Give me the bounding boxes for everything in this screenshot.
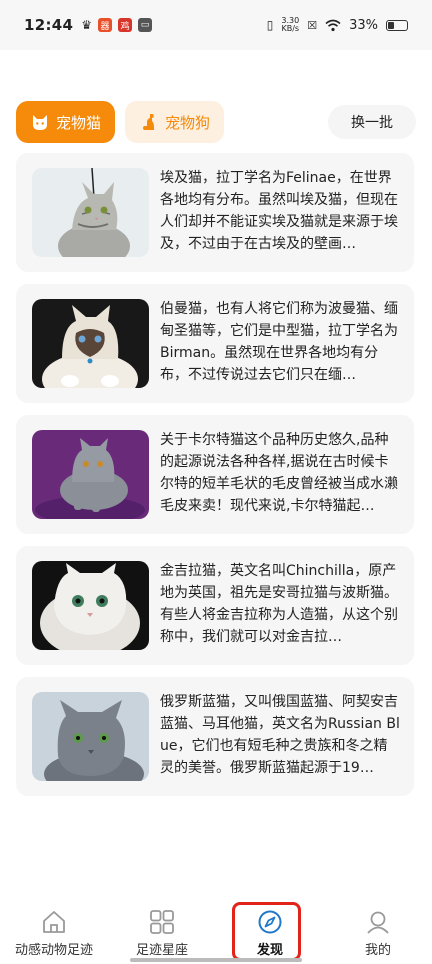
status-bar: 12:44 ♛ 器 鸡 ▭ ▯ 3.30 KB/s ☒ 33%	[0, 0, 432, 50]
nav-item-constellation-label: 足迹星座	[135, 943, 188, 958]
home-indicator	[130, 958, 302, 962]
russian-blue-cat-photo	[32, 692, 149, 781]
tab-pet-dog[interactable]: 宠物狗	[125, 101, 224, 143]
chartreux-cat-photo	[32, 430, 149, 519]
user-icon	[367, 911, 389, 934]
silver-tabby-cat-photo	[32, 168, 149, 257]
refresh-button[interactable]: 换一批	[328, 105, 416, 139]
vibrate-icon: ▯	[266, 18, 274, 32]
nav-item-home[interactable]: 动感动物足迹	[0, 898, 108, 964]
home-icon	[43, 911, 65, 933]
app-badge-icon: 鸡	[118, 18, 133, 32]
nav-item-constellation[interactable]: 足迹星座	[108, 898, 216, 964]
status-time: 12:44	[24, 16, 74, 34]
net-speed-unit: KB/s	[281, 24, 300, 33]
grid-icon	[150, 910, 174, 934]
active-tab-highlight	[232, 902, 301, 961]
dog-icon	[142, 114, 154, 130]
bottom-navigation: 动感动物足迹 足迹星座 发现 我的	[0, 898, 432, 964]
battery-percent: 33%	[349, 17, 378, 33]
pet-card[interactable]: 埃及猫，拉丁学名为Felinae，在世界各地均有分布。虽然叫埃及猫，但现在人们却…	[16, 153, 414, 272]
crown-icon: ♛	[81, 18, 93, 32]
wifi-icon	[325, 19, 341, 31]
nav-item-mine-label: 我的	[364, 943, 391, 958]
pet-card-text: 埃及猫，拉丁学名为Felinae，在世界各地均有分布。虽然叫埃及猫，但现在人们却…	[160, 170, 398, 252]
net-speed: 3.30 KB/s	[281, 17, 299, 33]
app-badge-icon: 器	[98, 18, 113, 32]
pet-card-text: 金吉拉猫，英文名叫Chinchilla，原产地为英国，祖先是安哥拉猫与波斯猫。有…	[160, 563, 398, 645]
nav-item-home-label: 动感动物足迹	[14, 943, 93, 958]
tab-pet-dog-label: 宠物狗	[164, 113, 210, 132]
battery-icon	[386, 19, 408, 31]
pet-card[interactable]: 金吉拉猫，英文名叫Chinchilla，原产地为英国，祖先是安哥拉猫与波斯猫。有…	[16, 546, 414, 665]
pet-card[interactable]: 关于卡尔特猫这个品种历史悠久,品种的起源说法各种各样,据说在古时候卡尔特的短羊毛…	[16, 415, 414, 534]
category-tabs: 宠物猫 宠物狗 换一批	[16, 101, 416, 143]
pet-card-text: 伯曼猫，也有人将它们称为波曼猫、缅甸圣猫等，它们是中型猫，拉丁学名为Birman…	[160, 301, 398, 383]
chinchilla-cat-photo	[32, 561, 149, 650]
pet-card[interactable]: 俄罗斯蓝猫，又叫俄国蓝猫、阿契安吉蓝猫、马耳他猫，英文名为Russian Blu…	[16, 677, 414, 796]
nav-item-mine[interactable]: 我的	[324, 898, 432, 964]
sim-icon: ☒	[307, 18, 318, 32]
pet-card[interactable]: 伯曼猫，也有人将它们称为波曼猫、缅甸圣猫等，它们是中型猫，拉丁学名为Birman…	[16, 284, 414, 403]
status-notification-icons: ♛ 器 鸡 ▭	[81, 18, 153, 32]
cat-face-icon	[32, 115, 47, 130]
status-right: ▯ 3.30 KB/s ☒ 33%	[267, 17, 408, 33]
pet-card-text: 俄罗斯蓝猫，又叫俄国蓝猫、阿契安吉蓝猫、马耳他猫，英文名为Russian Blu…	[160, 694, 400, 776]
tab-pet-cat[interactable]: 宠物猫	[16, 101, 115, 143]
pet-card-text: 关于卡尔特猫这个品种历史悠久,品种的起源说法各种各样,据说在古时候卡尔特的短羊毛…	[160, 432, 398, 514]
app-badge-icon: ▭	[138, 18, 153, 32]
birman-cat-photo	[32, 299, 149, 388]
tab-pet-cat-label: 宠物猫	[55, 113, 101, 132]
